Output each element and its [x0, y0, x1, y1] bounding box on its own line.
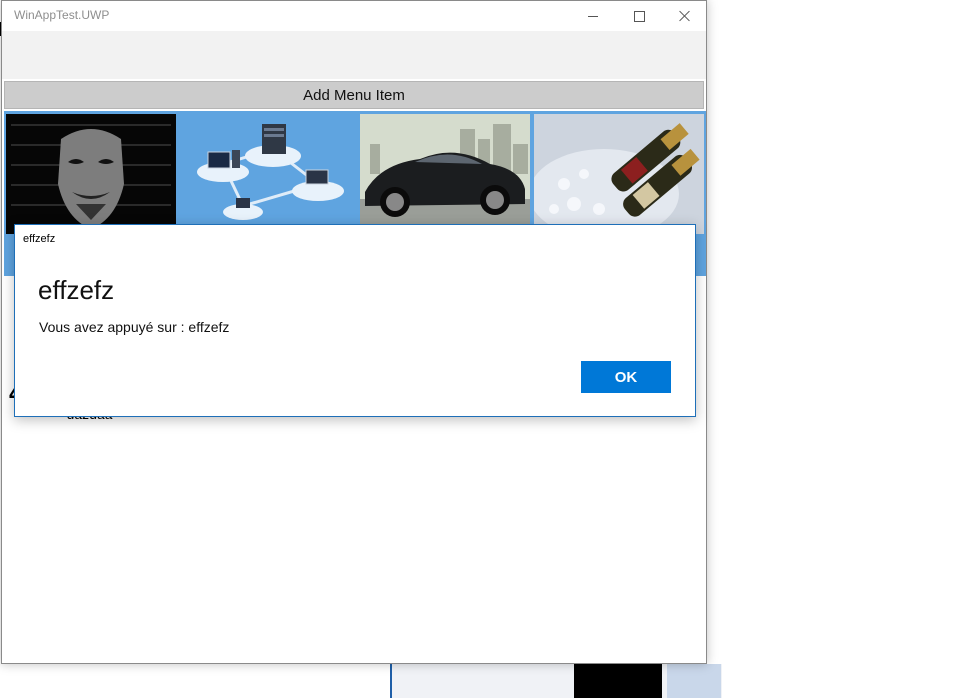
ok-button[interactable]: OK: [581, 361, 671, 393]
background-window-edge: [708, 0, 721, 698]
dialog-title: effzefz: [38, 275, 115, 305]
minimize-button[interactable]: [570, 1, 616, 31]
gallery-image-network[interactable]: [178, 114, 358, 234]
maximize-icon: [633, 10, 645, 22]
minimize-icon: [588, 15, 598, 17]
desktop-background: [720, 0, 960, 698]
gallery-image-sports-car[interactable]: [360, 114, 530, 234]
title-bar[interactable]: WinAppTest.UWP: [2, 1, 706, 31]
add-menu-item-button[interactable]: Add Menu Item: [4, 81, 704, 109]
gallery-image-champagne[interactable]: [534, 114, 704, 234]
command-area: [2, 31, 706, 79]
dialog-message: Vous avez appuyé sur : effzefz: [39, 319, 230, 335]
window-title: WinAppTest.UWP: [14, 8, 110, 22]
message-dialog: effzefz effzefz Vous avez appuyé sur : e…: [14, 224, 696, 417]
background-window-fragment: [574, 664, 662, 698]
maximize-button[interactable]: [616, 1, 662, 31]
close-icon: [679, 10, 691, 22]
background-window-fragment: [667, 664, 721, 698]
gallery-image-anonymous-mask[interactable]: [6, 114, 176, 234]
close-button[interactable]: [662, 1, 706, 31]
dialog-caption: effzefz: [23, 233, 56, 245]
